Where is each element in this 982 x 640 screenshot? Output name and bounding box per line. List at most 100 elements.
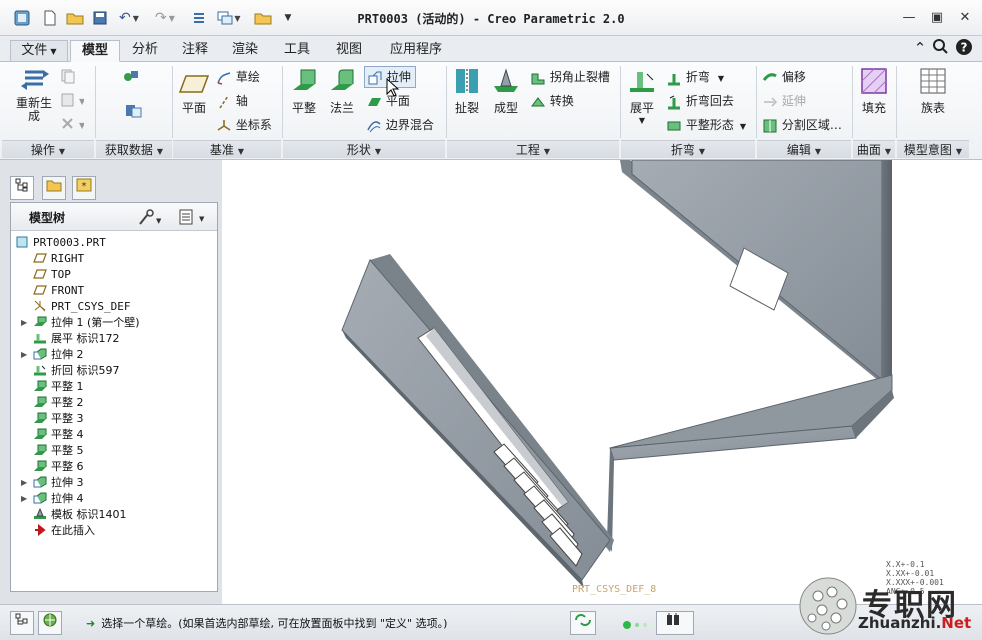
minimize-button[interactable]: — (898, 8, 920, 28)
datum-plane-button[interactable]: 平面 (176, 72, 212, 116)
delete-icon[interactable]: ▼ (60, 116, 86, 135)
model-tree-item[interactable]: FRONT (33, 283, 84, 299)
form-button[interactable]: 成型 (488, 66, 524, 116)
tab-applications[interactable]: 应用程序 (380, 40, 452, 62)
help-icon[interactable]: ? (954, 38, 974, 58)
rip-button[interactable]: 扯裂 (450, 66, 484, 116)
tab-model[interactable]: 模型 (70, 40, 120, 62)
split-area-button[interactable]: 分割区域… (762, 116, 842, 134)
prompt-arrow-icon: ➜ (86, 617, 96, 630)
close-button[interactable]: ✕ (954, 8, 976, 28)
tab-analysis[interactable]: 分析 (122, 40, 168, 62)
copy-icon[interactable] (60, 68, 76, 87)
tolerance-line: X.XX+-0.01 (886, 569, 935, 578)
flat-wall-button[interactable]: 平整 (286, 66, 322, 116)
model-tree-item[interactable]: ▶ 拉伸 4 (21, 491, 84, 507)
toggle-browser-icon[interactable] (38, 611, 62, 635)
model-tree-item[interactable]: 平整 4 (33, 427, 84, 443)
expand-arrow-icon[interactable]: ▶ (21, 315, 27, 331)
tab-file[interactable]: 文件 ▼ (10, 40, 68, 62)
collapse-ribbon-icon[interactable]: ⌃ (910, 38, 930, 58)
paste-icon[interactable]: ▼ (60, 92, 86, 111)
model-tree-panel: 模型树 ▼ ▼ PRT0003.PRT RIGHT TOP FRONT PRT_CSYS… (10, 202, 218, 592)
unbend-button[interactable]: 展平 ▼ (624, 66, 660, 125)
tab-folder-browser[interactable] (42, 176, 66, 200)
tab-tools[interactable]: 工具 (274, 40, 320, 62)
tab-render[interactable]: 渲染 (222, 40, 268, 62)
flat-wall-icon (33, 428, 47, 440)
model-tree-item[interactable]: 展平 标识172 (33, 331, 120, 347)
model-tree-item[interactable]: 平整 2 (33, 395, 84, 411)
tree-show-icon[interactable]: ▼ (177, 208, 207, 229)
group-label-shapes[interactable]: 形状 ▼ (283, 140, 445, 158)
group-label-operations[interactable]: 操作 ▼ (2, 140, 94, 158)
family-table-button[interactable]: 族表 (910, 66, 956, 116)
model-tree-item[interactable]: 平整 6 (33, 459, 84, 475)
fill-button[interactable]: 填充 (854, 66, 894, 116)
group-separator (446, 66, 447, 138)
flat-state-button[interactable]: 平整形态 ▼ (666, 116, 746, 134)
group-label-model-intent[interactable]: 模型意图 ▼ (897, 140, 969, 158)
model-tree-item[interactable]: 平整 5 (33, 443, 84, 459)
tab-view[interactable]: 视图 (326, 40, 372, 62)
group-label-get-data[interactable]: 获取数据 ▼ (96, 140, 172, 158)
corner-relief-button[interactable]: 拐角止裂槽 (530, 68, 610, 86)
svg-text:▼: ▼ (156, 217, 161, 225)
regen-status-icon[interactable] (570, 611, 596, 635)
csys-button[interactable]: 坐标系 (216, 116, 272, 134)
model-tree-item[interactable]: 在此插入 (33, 523, 95, 539)
model-tree-item[interactable]: PRT0003.PRT (15, 235, 106, 251)
group-separator (852, 66, 853, 138)
tab-annotate[interactable]: 注释 (172, 40, 218, 62)
model-tree-item[interactable]: ▶ 拉伸 2 (21, 347, 84, 363)
expand-arrow-icon[interactable]: ▶ (21, 475, 27, 491)
model-tree-item-label: 展平 标识172 (51, 332, 120, 345)
model-tree-item[interactable]: TOP (33, 267, 71, 283)
tab-favorites[interactable]: * (72, 176, 96, 200)
model-tree-item[interactable]: 平整 1 (33, 379, 84, 395)
group-label-edit[interactable]: 编辑 ▼ (757, 140, 851, 158)
group-label-surface[interactable]: 曲面 ▼ (853, 140, 895, 158)
model-tree-item-label: 在此插入 (51, 524, 95, 537)
model-tree-item[interactable]: 平整 3 (33, 411, 84, 427)
datum-plane-icon (33, 252, 47, 264)
copy-geometry-icon[interactable] (124, 102, 144, 123)
watermark-en-text: Zhuanzhi.Net (858, 614, 972, 632)
regenerate-button[interactable]: 重新生成 (12, 66, 58, 123)
model-tree-item[interactable]: PRT_CSYS_DEF (33, 299, 130, 315)
tree-settings-icon[interactable]: ▼ (137, 208, 162, 229)
tab-model-tree[interactable] (10, 176, 34, 200)
model-tree-item[interactable]: ▶ 拉伸 3 (21, 475, 84, 491)
flange-wall-button[interactable]: 法兰 (324, 66, 360, 116)
expand-arrow-icon[interactable]: ▶ (21, 347, 27, 363)
expand-arrow-icon[interactable]: ▶ (21, 491, 27, 507)
extrude-icon (33, 476, 47, 488)
group-label-bend[interactable]: 折弯 ▼ (621, 140, 755, 158)
model-tree-item[interactable]: ▶ 拉伸 1 (第一个壁) (21, 315, 140, 331)
sheetmetal-part-model (341, 160, 894, 588)
offset-button[interactable]: 偏移 (762, 68, 806, 86)
datum-axis-button[interactable]: 轴 (216, 92, 248, 110)
selection-filter-icon[interactable] (656, 611, 694, 635)
bend-back-button[interactable]: 折弯回去 (666, 92, 734, 110)
toggle-navigator-icon[interactable] (10, 611, 34, 635)
extend-button[interactable]: 延伸 (762, 92, 806, 110)
model-tree-item[interactable]: 模板 标识1401 (33, 507, 127, 523)
csys-icon (33, 300, 47, 312)
csys-label: PRT_CSYS_DEF_8 (572, 584, 657, 595)
graphics-viewport[interactable]: PRT_CSYS_DEF_8 X.X+-0.1 X.XX+-0.01 X.XXX… (222, 160, 982, 604)
search-icon[interactable] (930, 38, 950, 58)
bend-button[interactable]: 折弯 ▼ (666, 68, 724, 86)
unbend-icon (33, 332, 47, 344)
group-separator (282, 66, 283, 138)
boundary-blend-button[interactable]: 边界混合 (366, 116, 434, 134)
group-label-engineering[interactable]: 工程 ▼ (447, 140, 619, 158)
model-tree-item[interactable]: 折回 标识597 (33, 363, 120, 379)
part-icon (15, 236, 29, 248)
user-defined-feature-icon[interactable] (122, 68, 142, 87)
maximize-button[interactable]: ▣ (926, 8, 948, 28)
group-label-datum[interactable]: 基准 ▼ (173, 140, 281, 158)
convert-button[interactable]: 转换 (530, 92, 574, 110)
model-tree-item[interactable]: RIGHT (33, 251, 84, 267)
sketch-button[interactable]: 草绘 (216, 68, 260, 86)
